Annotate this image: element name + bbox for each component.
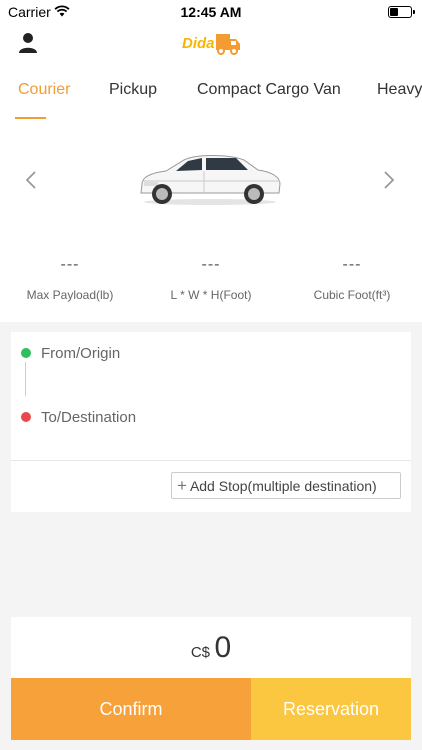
price-bar: C$ 0 [11,617,411,678]
user-profile-icon[interactable] [18,32,38,54]
reservation-button[interactable]: Reservation [251,678,411,740]
vehicle-type-tabs: Courier Pickup Compact Cargo Van Heavy [0,64,422,120]
logo-text: Dida [182,35,215,52]
spec-max-payload: --- Max Payload(lb) [0,256,150,302]
route-card: From/Origin To/Destination + Add Stop(mul… [11,332,411,512]
vehicle-panel: --- Max Payload(lb) --- L * W * H(Foot) … [0,120,422,322]
top-bar: Dida [0,24,422,64]
spec-value: --- [342,256,362,273]
price-currency: C$ [190,644,211,661]
tab-pickup[interactable]: Pickup [109,81,157,99]
price-amount: 0 [214,631,232,664]
add-stop-button[interactable]: + Add Stop(multiple destination) [171,472,401,499]
spec-value: --- [201,256,221,273]
active-tab-indicator [15,117,46,119]
spec-label: L * W * H(Foot) [170,288,252,302]
chevron-right-icon[interactable] [380,168,398,192]
spec-dimensions: --- L * W * H(Foot) [131,256,291,302]
divider [11,460,411,461]
tab-courier[interactable]: Courier [18,81,70,99]
spec-cubic-foot: --- Cubic Foot(ft³) [272,256,422,302]
app-logo: Dida [182,34,240,55]
confirm-button[interactable]: Confirm [11,678,251,740]
spec-label: Max Payload(lb) [26,288,114,302]
destination-field[interactable]: To/Destination [41,409,136,426]
origin-dot-icon [21,348,31,358]
spec-label: Cubic Foot(ft³) [313,288,391,302]
battery-icon [388,6,415,18]
clock: 12:45 AM [180,4,242,20]
origin-field[interactable]: From/Origin [41,345,120,362]
battery-fill [390,8,398,16]
status-bar: Carrier 12:45 AM [0,0,422,24]
sedan-car-image [140,155,281,205]
plus-icon: + [177,476,187,495]
tab-heavy[interactable]: Heavy [377,81,422,99]
tab-compact-cargo-van[interactable]: Compact Cargo Van [197,81,341,99]
route-connector [25,362,26,396]
chevron-left-icon[interactable] [22,168,40,192]
destination-dot-icon [21,412,31,422]
spec-value: --- [60,256,80,273]
add-stop-label: Add Stop(multiple destination) [189,478,377,494]
